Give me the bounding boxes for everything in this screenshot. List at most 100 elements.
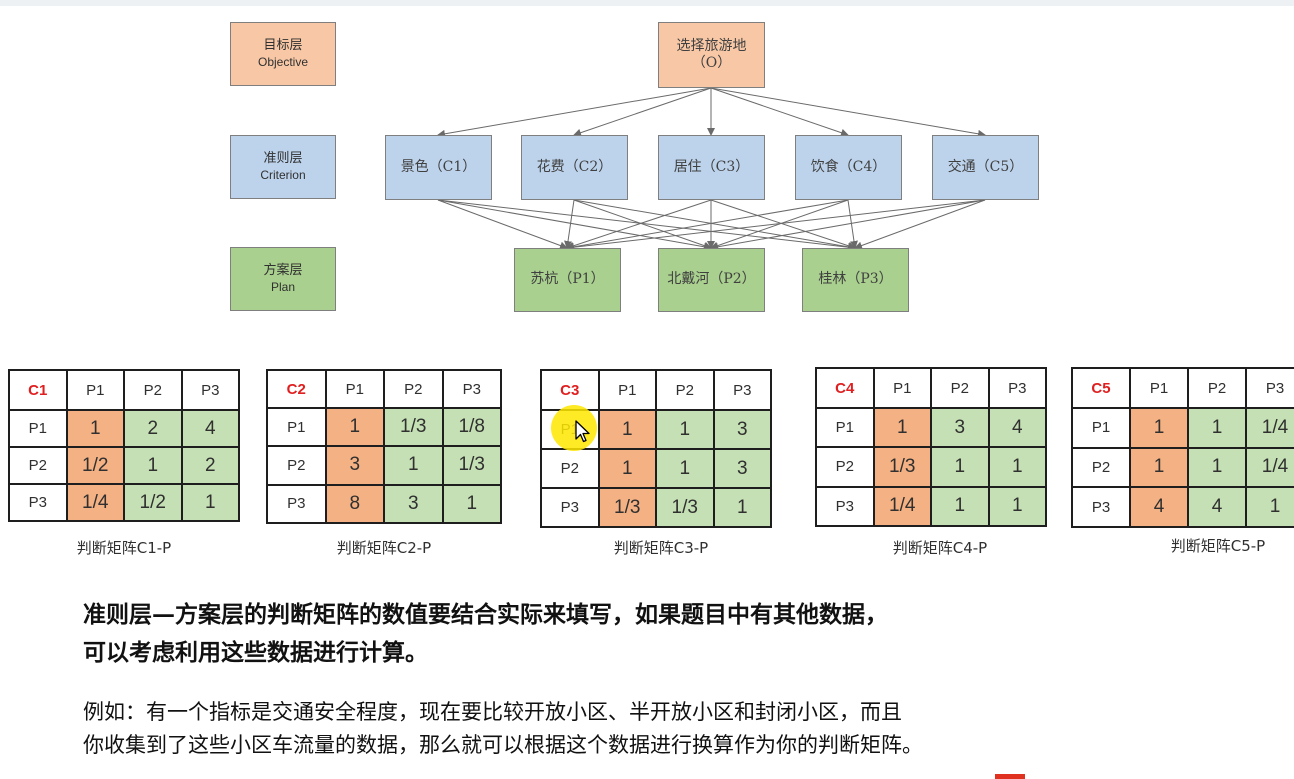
judgment-matrix-c4: C4 P1 P2 P3 P1 1 3 4 P2 1/3 1 1 P3 1/4 1…	[815, 367, 1047, 528]
matrix-corner-label: C5	[1071, 367, 1131, 409]
criterion-label: 花费（C2）	[536, 158, 613, 175]
matrix-cell: 1	[1129, 407, 1189, 449]
matrix-cell: 1	[1245, 486, 1294, 528]
matrix-row-header: P1	[1071, 407, 1131, 449]
criterion-node-c1: 景色（C1）	[385, 135, 492, 200]
matrix-cell: 1	[987, 485, 1047, 528]
criterion-node-c3: 居住（C3）	[658, 135, 765, 200]
matrix-cell: 8	[324, 483, 385, 525]
matrix-cell: 1	[65, 409, 125, 448]
matrix-cell: 1/4	[1245, 446, 1294, 489]
plan-node-p2: 北戴河（P2）	[658, 248, 765, 312]
matrix-corner-label: C2	[266, 369, 327, 409]
criterion-label: 饮食（C4）	[810, 158, 887, 175]
matrix-cell: 1/2	[123, 483, 183, 522]
judgment-matrix-c5-clip: C5 P1 P2 P3 P1 1 1 1/4 P2 1 1 1/4 P3 4 4…	[1071, 367, 1294, 530]
matrix-caption-c1: 判断矩阵C1-P	[76, 539, 172, 557]
matrix-cell: 1	[123, 446, 183, 485]
example-line: 例如：有一个指标是交通安全程度，现在要比较开放小区、半开放小区和封闭小区，而且	[83, 700, 902, 724]
matrix-cell: 1	[1187, 446, 1247, 489]
matrix-cell: 3	[712, 448, 772, 489]
matrix-cell: 3	[712, 409, 772, 450]
matrix-cell: 4	[1129, 486, 1189, 528]
matrix-cell: 1/3	[597, 487, 657, 528]
matrix-col-header: P1	[1129, 367, 1189, 409]
matrix-cell: 1	[712, 487, 772, 528]
plan-node-p3: 桂林（P3）	[802, 248, 909, 312]
matrix-col-header: P1	[324, 369, 385, 409]
matrix-row-header: P3	[266, 483, 327, 525]
mouse-pointer-icon	[575, 420, 590, 443]
explanation-line: 可以考虑利用这些数据进行计算。	[83, 639, 428, 666]
matrix-cell: 4	[987, 406, 1047, 449]
matrix-cell: 1/3	[872, 446, 932, 488]
matrix-cell: 2	[123, 409, 183, 448]
matrix-col-header: P1	[872, 367, 932, 409]
matrix-cell: 1	[1187, 407, 1247, 449]
matrix-cell: 1	[872, 406, 932, 449]
matrix-col-header: P3	[1245, 367, 1294, 409]
matrix-cell: 1	[324, 406, 385, 448]
matrix-row-header: P2	[1071, 446, 1131, 489]
plan-label: 苏杭（P1）	[530, 271, 605, 288]
matrix-cell: 1/2	[65, 446, 125, 485]
matrix-cell: 1	[655, 409, 715, 450]
matrix-col-header: P3	[180, 369, 240, 411]
criterion-label: 景色（C1）	[400, 158, 477, 175]
matrix-row-header: P2	[8, 446, 68, 485]
matrix-cell: 4	[1187, 486, 1247, 528]
criterion-node-c2: 花费（C2）	[521, 135, 628, 200]
criterion-label: 居住（C3）	[673, 158, 750, 175]
matrix-row-header: P2	[540, 448, 600, 489]
matrix-cell: 1/3	[383, 406, 444, 448]
judgment-matrix-c1: C1 P1 P2 P3 P1 1 2 4 P2 1/2 1 2 P3 1/4 1…	[8, 369, 240, 522]
matrix-corner-label: C3	[540, 369, 600, 411]
matrix-cell: 1	[180, 483, 240, 522]
explanation-paragraph: 准则层—方案层的判断矩阵的数值要结合实际来填写，如果题目中有其他数据， 可以考虑…	[83, 596, 1263, 672]
matrix-col-header: P3	[441, 369, 502, 409]
matrix-row-header: P2	[266, 445, 327, 486]
plan-label: 桂林（P3）	[818, 271, 893, 288]
explanation-line: 准则层—方案层的判断矩阵的数值要结合实际来填写，如果题目中有其他数据，	[83, 601, 888, 628]
matrix-row-header: P2	[815, 446, 875, 488]
matrix-cell: 1/4	[1245, 407, 1294, 449]
matrix-col-header: P2	[930, 367, 990, 409]
red-marker	[995, 774, 1025, 779]
matrix-caption-c3: 判断矩阵C3-P	[613, 539, 709, 557]
matrix-cell: 3	[324, 445, 385, 486]
matrix-cell: 4	[180, 409, 240, 448]
matrix-cell: 1	[441, 483, 502, 525]
matrix-cell: 1/3	[655, 487, 715, 528]
matrix-cell: 3	[383, 483, 444, 525]
goal-node-line2: （O）	[691, 55, 732, 71]
matrix-row-header: P1	[8, 409, 68, 448]
criterion-label: 交通（C5）	[947, 158, 1024, 175]
criterion-node-c5: 交通（C5）	[932, 135, 1039, 200]
matrix-caption-c4: 判断矩阵C4-P	[892, 539, 988, 557]
matrix-col-header: P3	[987, 367, 1047, 409]
matrix-row-header: P3	[8, 483, 68, 522]
matrix-cell: 1/8	[441, 406, 502, 448]
matrix-cell: 1	[987, 446, 1047, 488]
matrix-corner-label: C4	[815, 367, 875, 409]
matrix-cell: 1	[930, 446, 990, 488]
matrix-caption-c5: 判断矩阵C5-P	[1170, 537, 1266, 555]
matrix-row-header: P3	[1071, 486, 1131, 528]
goal-node: 选择旅游地 （O）	[658, 22, 765, 88]
matrix-cell: 1	[383, 445, 444, 486]
matrix-corner-label: C1	[8, 369, 68, 411]
matrix-col-header: P2	[655, 369, 715, 411]
matrix-cell: 3	[930, 406, 990, 449]
matrix-cell: 1	[655, 448, 715, 489]
plan-label: 北戴河（P2）	[667, 271, 756, 288]
matrix-row-header: P3	[540, 487, 600, 528]
matrix-col-header: P2	[1187, 367, 1247, 409]
matrix-caption-c2: 判断矩阵C2-P	[336, 539, 432, 557]
matrix-row-header: P1	[266, 406, 327, 448]
goal-node-line1: 选择旅游地	[676, 37, 747, 54]
example-line: 你收集到了这些小区车流量的数据，那么就可以根据这个数据进行换算作为你的判断矩阵。	[83, 733, 923, 757]
matrix-col-header: P2	[123, 369, 183, 411]
judgment-matrix-c5: C5 P1 P2 P3 P1 1 1 1/4 P2 1 1 1/4 P3 4 4…	[1071, 367, 1294, 528]
hierarchy-connectors	[437, 87, 986, 252]
matrix-row-header: P3	[815, 485, 875, 528]
